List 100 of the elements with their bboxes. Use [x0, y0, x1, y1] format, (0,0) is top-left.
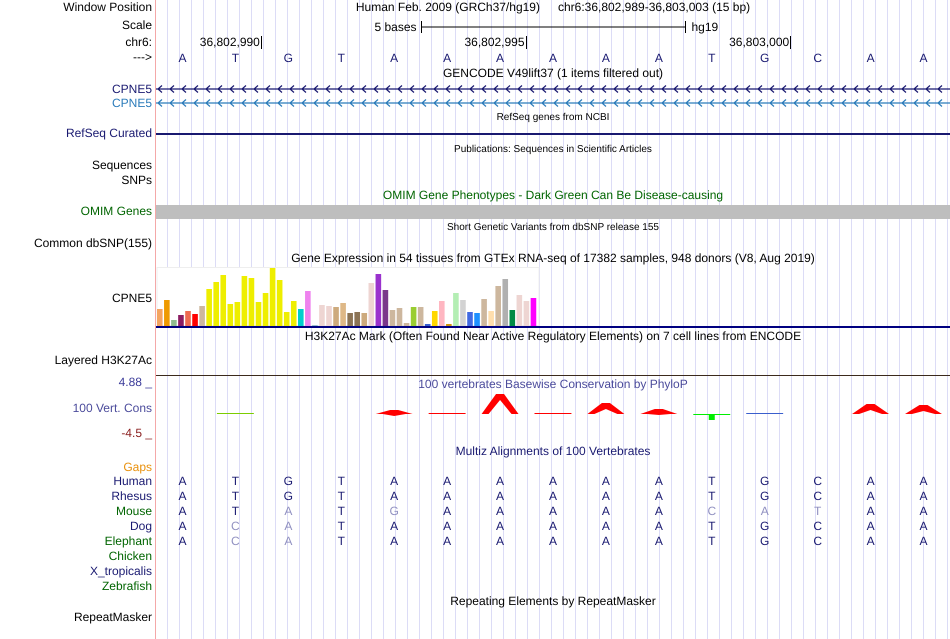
track-label[interactable]: CPNE5 [0, 82, 155, 96]
aligned-base: A [177, 490, 188, 503]
expression-bar[interactable] [305, 291, 311, 326]
track-label[interactable]: 100 Vert. Cons [72, 401, 152, 415]
track-label[interactable]: OMIM Genes [0, 204, 155, 218]
expression-bar[interactable] [376, 274, 382, 326]
aligned-base: A [177, 520, 188, 533]
species-label[interactable]: Zebrafish [0, 579, 155, 593]
aligned-base: G [388, 505, 400, 518]
aligned-base: A [389, 520, 400, 533]
gene-strand-line[interactable] [156, 82, 950, 96]
expression-bar[interactable] [510, 310, 516, 326]
track-title: Multiz Alignments of 100 Vertebrates [456, 444, 650, 459]
aligned-base: T [812, 505, 822, 518]
track-label[interactable]: SNPs [0, 173, 155, 187]
base-letter: A [495, 52, 506, 64]
aligned-base: A [548, 535, 558, 548]
track-title: Repeating Elements by RepeatMasker [450, 594, 656, 609]
aligned-base: A [918, 505, 929, 518]
aligned-base: A [600, 505, 611, 518]
track-label[interactable]: CPNE5 [0, 291, 155, 305]
expression-bar[interactable] [178, 315, 184, 326]
aligned-base: A [177, 535, 188, 548]
base-letter: G [759, 52, 770, 64]
aligned-base: A [654, 520, 664, 533]
expression-bar[interactable] [347, 313, 353, 326]
aligned-base: C [812, 475, 823, 488]
aligned-base: A [548, 475, 558, 488]
aligned-base: A [600, 520, 611, 533]
species-label[interactable]: Elephant [0, 534, 155, 548]
assembly-name: Human Feb. 2009 (GRCh37/hg19) [356, 0, 540, 15]
aligned-base: A [600, 535, 611, 548]
axis-max-label: 4.88 _ [118, 376, 152, 389]
assembly-db: hg19 [690, 20, 718, 34]
track-label[interactable]: Common dbSNP(155) [0, 236, 155, 250]
aligned-base: T [336, 505, 346, 518]
species-label[interactable]: Human [0, 474, 155, 488]
aligned-base: T [336, 490, 346, 503]
aligned-base: A [866, 475, 876, 488]
aligned-base: A [177, 505, 188, 518]
aligned-base: C [230, 520, 241, 533]
species-label[interactable]: Chicken [0, 549, 155, 563]
aligned-base: A [548, 490, 558, 503]
aligned-base: A [495, 520, 506, 533]
track-label[interactable]: RefSeq Curated [0, 126, 155, 140]
aligned-base: A [442, 475, 452, 488]
position-range: chr6:36,802,989-36,803,003 (15 bp) [558, 0, 750, 15]
aligned-base: A [918, 490, 929, 503]
aligned-base: A [866, 490, 876, 503]
aligned-base: A [654, 505, 664, 518]
aligned-base: T [707, 490, 716, 503]
aligned-base: A [495, 535, 506, 548]
species-label[interactable]: X_tropicalis [0, 564, 155, 578]
aligned-base: C [812, 490, 823, 503]
track-title: GENCODE V49lift37 (1 items filtered out) [442, 66, 664, 81]
gene-feature-bar[interactable] [156, 205, 950, 219]
aligned-base: T [336, 535, 346, 548]
aligned-base: A [600, 475, 611, 488]
base-letter: A [389, 52, 400, 64]
axis-min-label: -4.5 _ [121, 427, 152, 440]
aligned-base: C [812, 520, 823, 533]
aligned-base: T [707, 520, 716, 533]
aligned-base: A [918, 520, 929, 533]
aligned-base: T [230, 490, 240, 503]
aligned-base: A [177, 475, 188, 488]
species-label[interactable]: Rhesus [0, 489, 155, 503]
base-letter: A [600, 52, 611, 64]
aligned-base: T [707, 475, 716, 488]
expression-bar[interactable] [474, 313, 480, 326]
expression-bar[interactable] [467, 312, 473, 326]
track-label[interactable]: Sequences [0, 158, 155, 172]
track-label[interactable]: RepeatMasker [0, 610, 155, 624]
strand-label: ---> [132, 50, 153, 64]
base-letter: A [177, 52, 188, 64]
expression-bar[interactable] [164, 300, 170, 326]
aligned-base: A [389, 475, 400, 488]
species-label[interactable]: Dog [0, 519, 155, 533]
track-title: Publications: Sequences in Scientific Articles [454, 143, 652, 157]
scale-text: 5 bases [374, 20, 418, 34]
position-tick-label: 36,802,990 [200, 36, 262, 49]
expression-bar[interactable] [382, 290, 388, 326]
gene-line[interactable] [156, 133, 950, 135]
track-title: 100 vertebrates Basewise Conservation by PhyloP [418, 376, 688, 392]
track-title: RefSeq genes from NCBI [496, 111, 610, 125]
aligned-base: G [759, 475, 770, 488]
base-letter: A [866, 52, 876, 64]
aligned-base: A [654, 490, 664, 503]
species-label[interactable]: Mouse [0, 504, 155, 518]
track-label[interactable]: CPNE5 [0, 96, 155, 110]
base-letter: A [442, 52, 452, 64]
position-tick-label: 36,802,995 [464, 36, 527, 49]
base-letter: T [230, 52, 240, 64]
expression-bar[interactable] [157, 309, 163, 326]
aligned-base: T [707, 535, 716, 548]
base-letter: T [336, 52, 346, 64]
aligned-base: G [759, 535, 770, 548]
aligned-base: T [336, 520, 346, 533]
aligned-base: A [495, 475, 506, 488]
track-label[interactable]: Layered H3K27Ac [0, 353, 155, 367]
aligned-base: A [442, 535, 452, 548]
